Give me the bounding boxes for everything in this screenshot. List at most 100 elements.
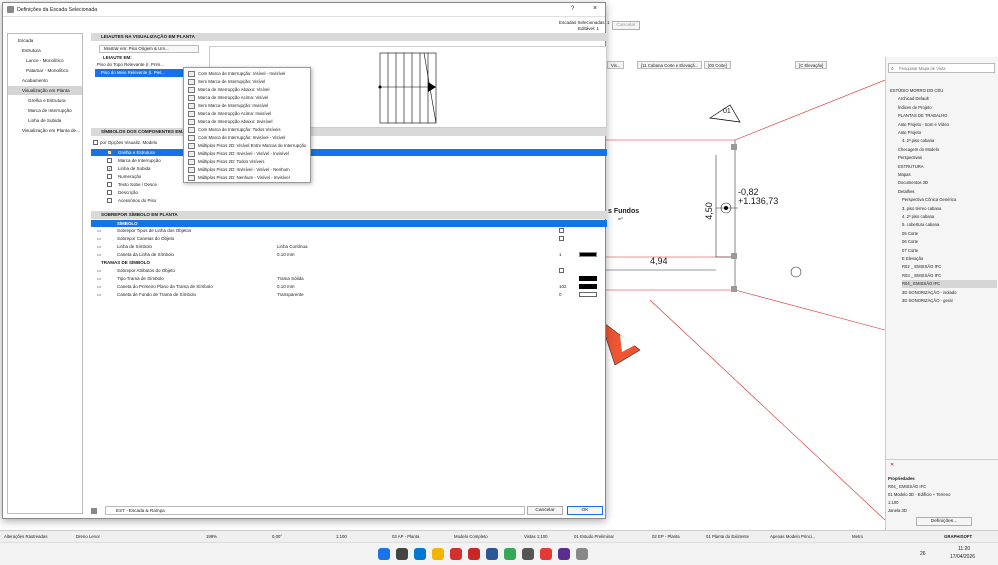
selected-component-row[interactable] xyxy=(91,149,607,156)
tree-item[interactable]: Lance - Monolítico xyxy=(8,56,82,65)
navigator-item[interactable]: Índices de Projeto xyxy=(898,104,932,112)
component-checkbox[interactable]: ✓ xyxy=(107,166,112,171)
tree-item[interactable]: Estrutura xyxy=(8,46,82,55)
tree-item[interactable]: Marca de Interrupção xyxy=(8,106,82,115)
navigator-item[interactable]: 05 Corte xyxy=(902,230,918,238)
navigator-search[interactable]: ⌕ Pesquisar Mapa de Vista xyxy=(888,63,995,73)
override-value[interactable]: 0.10 mm xyxy=(277,252,295,257)
status-item-planta[interactable]: 03 AP - Planta xyxy=(392,534,419,539)
zoom-level[interactable]: 199% xyxy=(206,534,217,539)
dropdown-option[interactable]: Múltiplos Pisos 2D: Visível Entre Marcas… xyxy=(184,142,310,150)
symbol-subheader[interactable]: SÍMBOLO xyxy=(91,220,607,227)
show-on-select[interactable]: Mostrar em: Piso Origem & Um... xyxy=(99,45,199,53)
close-button[interactable]: × xyxy=(593,5,597,12)
dropdown-option[interactable]: Marca de Interrupção Abaixo: Invisível xyxy=(184,118,310,126)
weather-temp[interactable]: 26 xyxy=(920,551,926,557)
tracked-changes[interactable]: Alterações Rastreadas xyxy=(4,534,47,539)
navigator-item[interactable]: 3D SONORIZAÇÃO - geral xyxy=(902,297,953,305)
dropdown-option[interactable]: Sem Marca de Interrupção: Invisível xyxy=(184,102,310,110)
navigator-item[interactable]: Detalhes xyxy=(898,188,915,196)
navigator-item[interactable]: Perspectivas xyxy=(898,154,922,162)
component-checkbox[interactable] xyxy=(107,198,112,203)
by-model-checkbox[interactable] xyxy=(93,140,98,145)
help-button[interactable]: ? xyxy=(571,6,574,12)
dropdown-option[interactable]: Com Marca de Interrupção: Todos Visíveis xyxy=(184,126,310,134)
navigator-item[interactable]: 3. piso térreo cabana xyxy=(902,205,941,213)
status-item-modelo[interactable]: Modelo Completo xyxy=(454,534,488,539)
layout-dropdown-menu[interactable]: Com Marca de Interrupção: Visível - Invi… xyxy=(183,67,311,183)
components-header[interactable]: SÍMBOLOS DOS COMPONENTES EM... xyxy=(91,128,607,136)
dropdown-option[interactable]: Múltiplos Pisos 2D: Invisível - Visível … xyxy=(184,166,310,174)
navigator-item[interactable]: Perspectiva Cônica Genérica xyxy=(902,196,956,204)
navigator-item[interactable]: Ante Projeto xyxy=(898,129,921,137)
status-item-existente[interactable]: 01 Planta do Existente xyxy=(706,534,749,539)
cancel-button[interactable]: Cancelar xyxy=(527,506,563,515)
tree-item[interactable]: Grelha e Estrutura xyxy=(8,96,82,105)
tree-item[interactable]: Patamar - Monolítico xyxy=(8,66,82,75)
delete-icon[interactable]: ✕ xyxy=(890,463,894,468)
floor-mid-row[interactable]: Piso do Meio Relevante (I. Piel... xyxy=(95,69,191,77)
scale-value[interactable]: 1:100 xyxy=(336,534,347,539)
status-item-ep[interactable]: 02 EP - Planta xyxy=(652,534,680,539)
dropdown-option[interactable]: Múltiplos Pisos 2D: Invisível - Visível … xyxy=(184,150,310,158)
component-checkbox[interactable] xyxy=(107,158,112,163)
dropdown-option[interactable]: Múltiplos Pisos 2D: Nenhum - Visível - I… xyxy=(184,174,310,182)
override-header[interactable]: SOBREPOR SÍMBOLO EM PLANTA xyxy=(91,211,607,219)
ok-button[interactable]: OK xyxy=(567,506,603,515)
component-checkbox[interactable] xyxy=(107,182,112,187)
navigator-item[interactable]: PLANTAS DE TRABALHO xyxy=(898,112,947,120)
dropdown-option[interactable]: Marca de Interrupção Abaixo: Visível xyxy=(184,86,310,94)
tree-item[interactable]: Linha de Subida xyxy=(8,116,82,125)
clock-time[interactable]: 11:20 xyxy=(958,546,970,552)
dropdown-option[interactable]: Sem Marca de Interrupção: Visível xyxy=(184,78,310,86)
tree-item[interactable]: Acabamento xyxy=(8,76,82,85)
component-checkbox[interactable] xyxy=(107,174,112,179)
dropdown-option[interactable]: Com Marca de Interrupção: Invisível - Vi… xyxy=(184,134,310,142)
app-icon[interactable] xyxy=(576,548,588,560)
teams-icon[interactable] xyxy=(558,548,570,560)
override-value[interactable]: Linha Contínua xyxy=(277,244,308,249)
dropdown-option[interactable]: Marca de Interrupção Acima: Visível xyxy=(184,94,310,102)
navigator-item[interactable]: Ante Projeto - Som e Vídeo xyxy=(898,121,949,129)
override-value[interactable]: Trama Sólida xyxy=(277,276,304,281)
tree-item[interactable]: Visualização em Planta xyxy=(8,86,82,95)
hatch-fg-swatch[interactable] xyxy=(579,284,597,289)
status-item-modelo-princ[interactable]: Apenas Modelo Princi... xyxy=(770,534,815,539)
component-checkbox[interactable] xyxy=(107,190,112,195)
layer-select[interactable]: EST - Escada & Rampa xyxy=(105,506,525,515)
chrome-icon[interactable] xyxy=(504,548,516,560)
override-value[interactable]: Transparente xyxy=(277,292,304,297)
pdf-icon[interactable] xyxy=(468,548,480,560)
status-item-vistas[interactable]: Vistas 1:100 xyxy=(524,534,548,539)
explorer-icon[interactable] xyxy=(414,548,426,560)
layouts-header[interactable]: LEIAUTES NA VISUALIZAÇÃO EM PLANTA xyxy=(91,33,607,41)
navigator-item[interactable]: 4. 2º piso cabana xyxy=(902,213,934,221)
dropdown-option[interactable]: Com Marca de Interrupção: Visível - Invi… xyxy=(184,70,310,78)
navigator-item[interactable]: Mapas xyxy=(898,171,911,179)
folder-icon[interactable] xyxy=(432,548,444,560)
navigator-item[interactable]: 06 Corte xyxy=(902,238,918,246)
override-value[interactable]: 0.10 mm xyxy=(277,284,295,289)
acrobat-icon[interactable] xyxy=(450,548,462,560)
hatch-bg-swatch[interactable] xyxy=(579,292,597,297)
override-num[interactable]: 102 xyxy=(559,284,567,289)
opera-icon[interactable] xyxy=(540,548,552,560)
cancel-top-button[interactable]: Cancelar xyxy=(612,21,640,30)
navigator-item[interactable]: 5. cobertura cabana xyxy=(902,221,939,229)
navigator-item[interactable]: ESTRUTURA xyxy=(898,163,924,171)
navigator-item[interactable]: Archicad Default xyxy=(898,95,929,103)
navigator-item[interactable]: 4. 2º piso cabana xyxy=(902,137,934,145)
dropdown-option[interactable]: Múltiplos Pisos 2D: Todos Visíveis xyxy=(184,158,310,166)
override-num[interactable]: 1 xyxy=(559,252,562,257)
pen-swatch[interactable] xyxy=(579,252,597,257)
word-icon[interactable] xyxy=(486,548,498,560)
search-taskbar-icon[interactable] xyxy=(396,548,408,560)
status-item-estudo[interactable]: 01 Estudo Preliminar xyxy=(574,534,614,539)
component-checkbox[interactable]: ✓ xyxy=(107,150,112,155)
angle-value[interactable]: 0,00° xyxy=(272,534,282,539)
override-pens-checkbox[interactable] xyxy=(559,236,564,241)
tree-item[interactable]: Visualização em Planta de... xyxy=(8,126,82,135)
navigator-item[interactable]: 07 Corte xyxy=(902,247,918,255)
status-item-unit[interactable]: Metro xyxy=(852,534,863,539)
navigator-item[interactable]: ESTÚDIO MORRO DO CÉU xyxy=(890,87,943,95)
